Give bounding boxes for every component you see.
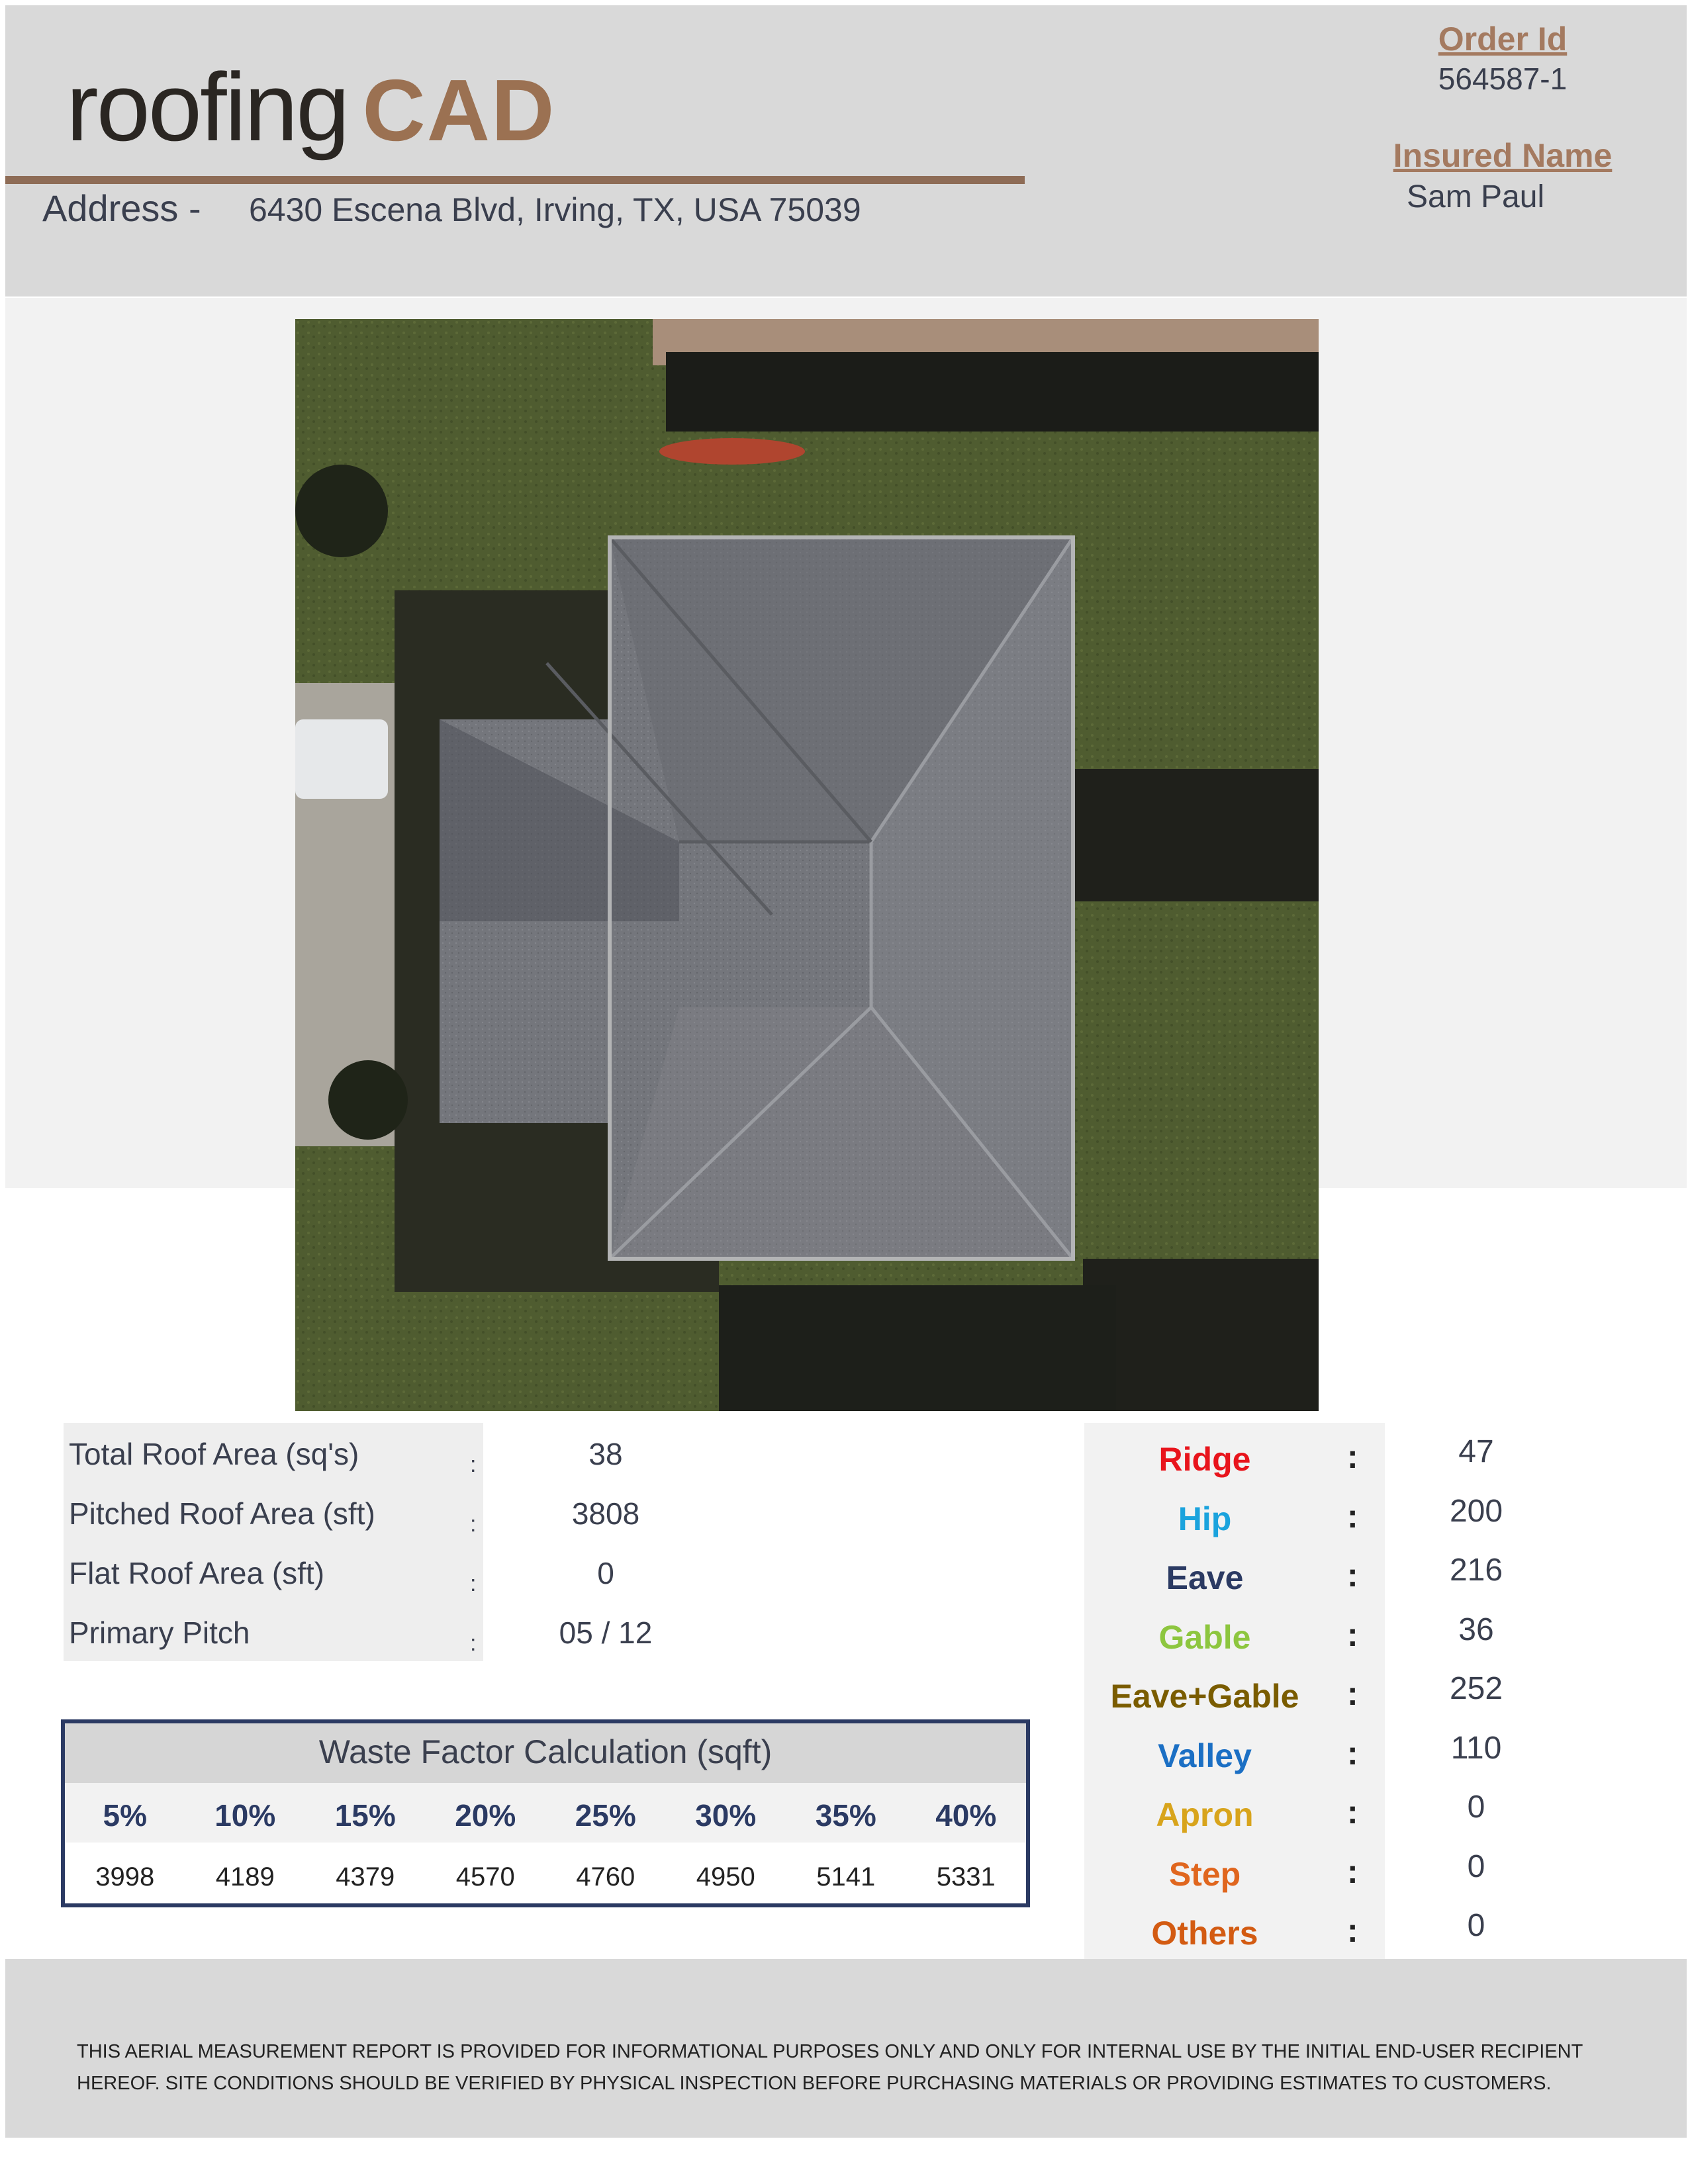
waste-value: 4189 [215, 1862, 275, 1891]
stat-colon: : [470, 1452, 477, 1477]
stat-value-primary-pitch: 05 / 12 [559, 1615, 653, 1650]
stat-colon: : [470, 1631, 477, 1656]
line-colon: : [1347, 1912, 1358, 1949]
line-colon: : [1347, 1557, 1358, 1594]
disclaimer-line-1: THIS AERIAL MEASUREMENT REPORT IS PROVID… [77, 2041, 1583, 2062]
roofingcad-logo: roofing CAD [66, 52, 556, 161]
waste-value: 4379 [336, 1862, 395, 1891]
line-colon: : [1347, 1734, 1358, 1772]
waste-factor-table: Waste Factor Calculation (sqft) 5% 10% 1… [61, 1719, 1030, 1907]
order-id-value: 564587-1 [1438, 62, 1568, 96]
waste-percent: 10% [214, 1798, 276, 1833]
line-value-eave-gable: 252 [1449, 1671, 1503, 1706]
stat-value-total-roof-area: 38 [588, 1437, 623, 1471]
waste-value: 4760 [576, 1862, 635, 1891]
line-value-others: 0 [1467, 1908, 1485, 1943]
line-label-valley: Valley [1158, 1737, 1252, 1774]
line-label-apron: Apron [1156, 1796, 1254, 1833]
address-label: Address - [42, 187, 201, 229]
line-colon: : [1347, 1675, 1358, 1712]
order-id-label: Order Id [1438, 21, 1568, 58]
waste-percent: 5% [103, 1798, 147, 1833]
insured-name-label: Insured Name [1393, 137, 1613, 174]
waste-percent: 30% [695, 1798, 757, 1833]
line-value-step: 0 [1467, 1848, 1485, 1884]
stat-label-flat-roof-area: Flat Roof Area (sft) [69, 1556, 325, 1590]
line-label-hip: Hip [1178, 1500, 1232, 1537]
line-label-gable: Gable [1158, 1618, 1251, 1656]
stat-colon: : [470, 1512, 477, 1537]
aerial-roof-image [295, 319, 1319, 1411]
line-value-gable: 36 [1458, 1612, 1494, 1647]
line-value-apron: 0 [1467, 1790, 1485, 1825]
waste-value: 4950 [696, 1862, 755, 1891]
line-colon: : [1347, 1615, 1358, 1653]
line-label-eave: Eave [1166, 1559, 1244, 1596]
waste-factor-title: Waste Factor Calculation (sqft) [318, 1733, 773, 1770]
insured-name-value: Sam Paul [1407, 179, 1545, 214]
line-label-ridge: Ridge [1158, 1441, 1251, 1478]
waste-percent: 20% [455, 1798, 516, 1833]
waste-percent: 40% [935, 1798, 997, 1833]
disclaimer-text: THIS AERIAL MEASUREMENT REPORT IS PROVID… [77, 2036, 1599, 2099]
waste-percent: 15% [334, 1798, 396, 1833]
line-label-others: Others [1151, 1915, 1258, 1952]
line-colon: : [1347, 1497, 1358, 1535]
waste-value: 4570 [455, 1862, 515, 1891]
address-value: 6430 Escena Blvd, Irving, TX, USA 75039 [249, 191, 861, 228]
logo-text-cad: CAD [362, 62, 556, 159]
logo-underline-rule [5, 176, 1025, 184]
stat-colon: : [470, 1571, 477, 1596]
stat-label-total-roof-area: Total Roof Area (sq's) [69, 1437, 359, 1471]
stat-label-primary-pitch: Primary Pitch [69, 1615, 250, 1650]
stat-value-pitched-roof-area: 3808 [571, 1496, 640, 1531]
stat-label-pitched-roof-area: Pitched Roof Area (sft) [69, 1496, 375, 1531]
line-value-valley: 110 [1450, 1730, 1502, 1766]
waste-percent: 25% [575, 1798, 636, 1833]
line-colon: : [1347, 1852, 1358, 1890]
line-value-eave: 216 [1449, 1553, 1503, 1588]
logo-text-roofing: roofing [66, 53, 350, 161]
waste-value: 5331 [936, 1862, 996, 1891]
line-label-step: Step [1168, 1855, 1241, 1893]
line-colon: : [1347, 1794, 1358, 1831]
stat-value-flat-roof-area: 0 [597, 1556, 614, 1590]
line-value-hip: 200 [1449, 1493, 1503, 1529]
line-label-eave-gable: Eave+Gable [1110, 1678, 1299, 1715]
line-colon: : [1347, 1438, 1358, 1475]
disclaimer-line-2: HEREOF. SITE CONDITIONS SHOULD BE VERIFI… [77, 2073, 1552, 2094]
line-value-ridge: 47 [1458, 1434, 1494, 1469]
waste-value: 5141 [816, 1862, 876, 1891]
waste-percent: 35% [815, 1798, 876, 1833]
waste-value: 3998 [95, 1862, 155, 1891]
